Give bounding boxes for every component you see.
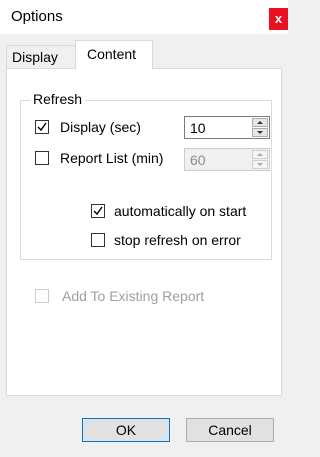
display-spinner-value[interactable]: 10 <box>190 120 206 136</box>
report-list-checkbox[interactable] <box>35 151 49 165</box>
report-list-spin-down-button <box>252 160 268 169</box>
tab-content-label: Content <box>87 46 137 62</box>
cancel-button[interactable]: Cancel <box>186 418 274 442</box>
display-spinner-buttons <box>252 118 268 137</box>
title-bar: Options x <box>0 0 288 34</box>
stop-on-error-checkbox[interactable] <box>91 233 105 247</box>
arrow-up-icon <box>257 121 263 124</box>
arrow-down-icon <box>257 163 263 166</box>
arrow-down-icon <box>257 131 263 134</box>
report-list-spin-up-button <box>252 150 268 159</box>
refresh-group-label: Refresh <box>30 91 86 107</box>
window-title: Options <box>11 8 63 25</box>
close-button[interactable]: x <box>269 8 288 30</box>
report-list-spinner: 60 <box>184 148 270 171</box>
arrow-up-icon <box>257 153 263 156</box>
report-list-spinner-value: 60 <box>190 152 206 168</box>
stop-on-error-label: stop refresh on error <box>114 232 241 248</box>
auto-start-checkbox[interactable] <box>91 204 105 218</box>
close-icon: x <box>274 11 283 26</box>
tab-content[interactable]: Content <box>75 40 153 69</box>
display-spin-down-button[interactable] <box>252 128 268 137</box>
tab-display[interactable]: Display <box>6 45 76 69</box>
tab-display-label: Display <box>12 49 58 65</box>
display-checkbox[interactable] <box>35 120 49 134</box>
checkmark-icon <box>93 206 103 216</box>
checkmark-icon <box>37 122 47 132</box>
display-spin-up-button[interactable] <box>252 118 268 127</box>
ok-button[interactable]: OK <box>82 418 170 442</box>
display-spinner[interactable]: 10 <box>184 116 270 139</box>
display-label: Display (sec) <box>60 119 141 135</box>
report-list-spinner-buttons <box>252 150 268 169</box>
add-to-existing-checkbox <box>35 289 49 303</box>
auto-start-label: automatically on start <box>114 203 247 219</box>
report-list-label: Report List (min) <box>60 150 164 166</box>
add-to-existing-label: Add To Existing Report <box>62 288 205 304</box>
